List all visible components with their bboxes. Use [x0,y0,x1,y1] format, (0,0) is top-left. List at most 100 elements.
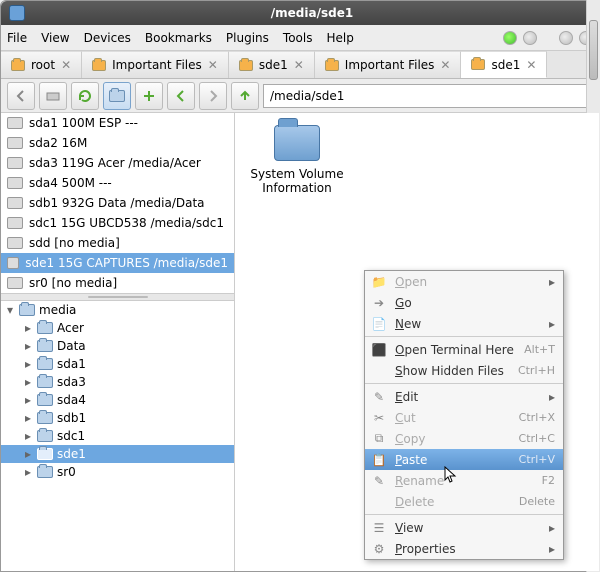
tab-0[interactable]: root✕ [1,51,82,78]
twist-icon[interactable]: ▸ [23,357,33,371]
menu-label: Show Hidden Files [395,364,510,378]
tree-label: Acer [57,321,84,335]
tree-root[interactable]: ▾media [1,301,234,319]
device-row[interactable]: sde1 15G CAPTURES /media/sde1 [1,253,234,273]
device-row[interactable]: sda4 500M --- [1,173,234,193]
close-icon[interactable]: ✕ [526,58,536,72]
tab-4[interactable]: sde1✕ [461,51,547,78]
folder-button[interactable] [103,82,131,110]
device-row[interactable]: sr0 [no media] [1,273,234,293]
tree-node[interactable]: ▸Data [1,337,234,355]
menu-accelerator: Alt+T [524,343,555,356]
tree-node[interactable]: ▸sda3 [1,373,234,391]
menu-tools[interactable]: Tools [283,31,313,45]
twist-icon[interactable]: ▸ [23,339,33,353]
tree-node[interactable]: ▸ Acer [1,319,234,337]
twist-icon[interactable]: ▸ [23,393,33,407]
menu-accelerator: Delete [519,495,555,508]
device-label: sda1 100M ESP --- [29,116,138,130]
twist-icon[interactable]: ▸ [23,447,33,461]
device-row[interactable]: sdd [no media] [1,233,234,253]
menu-copy: ⧉CopyCtrl+C [365,428,563,449]
tree-node[interactable]: ▸sdb1 [1,409,234,427]
device-label: sda3 119G Acer /media/Acer [29,156,201,170]
menu-accelerator: Ctrl+H [518,364,555,377]
tree-node[interactable]: ▸sdc1 [1,427,234,445]
device-label: sda4 500M --- [29,176,112,190]
device-row[interactable]: sdc1 15G UBCD538 /media/sdc1 [1,213,234,233]
device-row[interactable]: sda3 119G Acer /media/Acer [1,153,234,173]
device-row[interactable]: sda1 100M ESP --- [1,113,234,133]
menu-help[interactable]: Help [326,31,353,45]
close-icon[interactable]: ✕ [208,58,218,72]
menu-go[interactable]: ➔Go [365,292,563,313]
twist-icon[interactable]: ▾ [5,303,15,317]
next-arrow-button[interactable] [199,82,227,110]
twist-icon[interactable]: ▸ [23,321,33,335]
term-icon: ⬛ [371,342,387,358]
prev-arrow-button[interactable] [167,82,195,110]
copy-icon: ⧉ [371,431,387,447]
folder-tree: ▾media ▸Acer▸Data▸sda1▸sda3▸sda4▸sdb1▸sd… [1,301,234,571]
menu-plugins[interactable]: Plugins [226,31,269,45]
rename-icon: ✎ [371,473,387,489]
tree-label: sde1 [57,447,86,461]
menu-view[interactable]: View [41,31,69,45]
file-item[interactable]: System Volume Information [247,125,347,195]
close-icon[interactable]: ✕ [294,58,304,72]
menu-edit[interactable]: ✎Edit▸ [365,386,563,407]
twist-icon[interactable]: ▸ [23,465,33,479]
menu-label: Rename [395,474,534,488]
menu-show-hidden-files[interactable]: Show Hidden Files Ctrl+H [365,360,563,381]
twist-icon[interactable]: ▸ [23,411,33,425]
folder-icon [19,304,35,316]
tree-label: sda1 [57,357,86,371]
folder-icon [37,412,53,424]
address-text: /media/sde1 [270,89,344,103]
drive-button[interactable] [39,82,67,110]
status-dot-1 [503,31,517,45]
back-button[interactable] [7,82,35,110]
tree-label: sr0 [57,465,76,479]
device-row[interactable]: sda2 16M [1,133,234,153]
menu-label: Properties [395,542,541,556]
tree-node[interactable]: ▸ sde1 [1,445,234,463]
device-row[interactable]: sdb1 932G Data /media/Data [1,193,234,213]
menu-new[interactable]: 📄New▸ [365,313,563,334]
tab-2[interactable]: sde1 ✕ [229,51,315,78]
tab-1[interactable]: Important Files✕ [82,51,229,78]
menu-file[interactable]: File [7,31,27,45]
close-icon[interactable]: ✕ [61,58,71,72]
menu-paste[interactable]: 📋PasteCtrl+V [365,449,563,470]
twist-icon[interactable]: ▸ [23,375,33,389]
menu-view[interactable]: ☰View▸ [365,517,563,538]
cut-icon: ✂ [371,410,387,426]
menu-bookmarks[interactable]: Bookmarks [145,31,212,45]
drive-icon [7,197,23,209]
drive-icon [7,137,23,149]
drive-icon [7,237,23,249]
menu-cut: ✂CutCtrl+X [365,407,563,428]
menu-devices[interactable]: Devices [84,31,131,45]
status-dot-2 [523,31,537,45]
refresh-button[interactable] [71,82,99,110]
drive-icon [7,217,23,229]
up-button[interactable] [231,82,259,110]
tree-node[interactable]: ▸ sda1 [1,355,234,373]
tree-node[interactable]: ▸sda4 [1,391,234,409]
menu-open-terminal-here[interactable]: ⬛Open Terminal HereAlt+T [365,339,563,360]
device-label: sda2 16M [29,136,87,150]
tree-node[interactable]: ▸ sr0 [1,463,234,481]
tab-3[interactable]: Important Files✕ [315,51,462,78]
submenu-icon: ▸ [549,521,555,535]
tab-label: sde1 [259,58,288,72]
folder-icon [471,59,485,70]
menu-properties[interactable]: ⚙Properties▸ [365,538,563,559]
pane-splitter[interactable] [1,293,234,301]
paste-icon: 📋 [371,452,387,468]
address-bar[interactable]: /media/sde1 [263,84,593,108]
device-label: sdb1 932G Data /media/Data [29,196,205,210]
close-icon[interactable]: ✕ [440,58,450,72]
add-button[interactable] [135,82,163,110]
twist-icon[interactable]: ▸ [23,429,33,443]
